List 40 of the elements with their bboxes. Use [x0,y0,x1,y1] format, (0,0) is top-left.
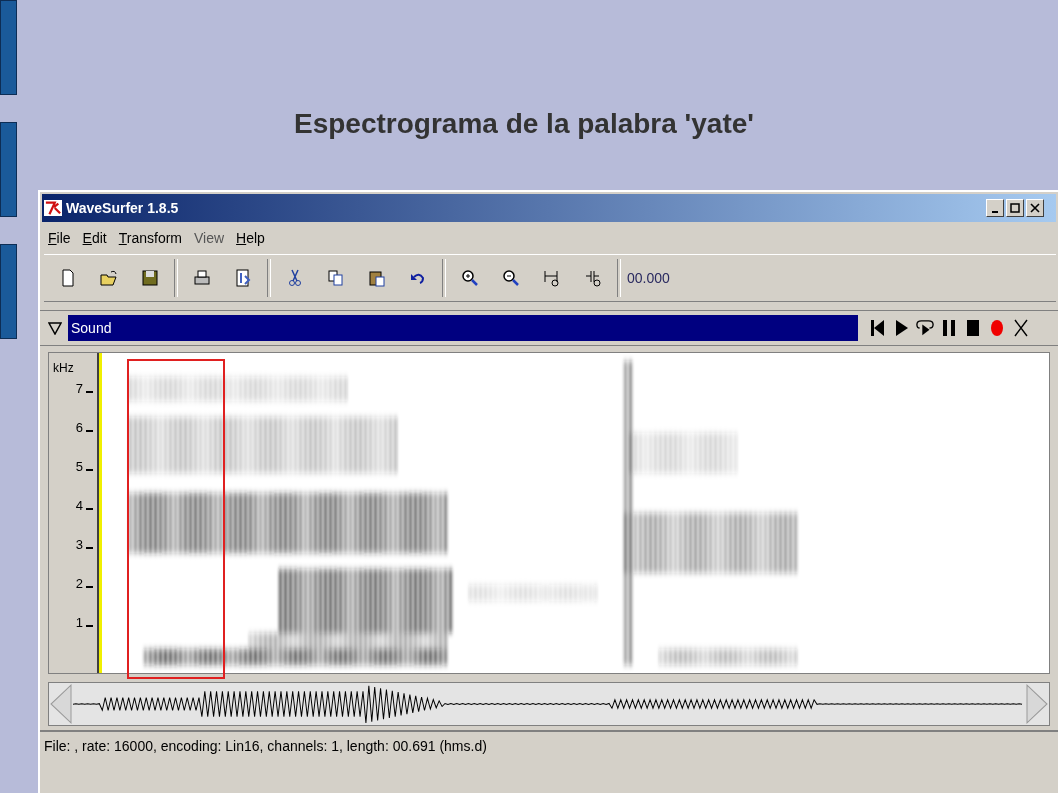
pause-icon[interactable] [940,319,958,337]
axis-tick-label: 7 [75,380,83,398]
skip-to-start-icon[interactable] [868,319,886,337]
tick-mark [86,469,93,471]
tick-mark [86,586,93,588]
minimize-button[interactable] [986,199,1004,217]
axis-tick-label: 3 [75,536,83,554]
menu-item[interactable]: File [48,230,71,246]
menu-item[interactable]: Transform [118,230,182,246]
tick-mark [86,508,93,510]
axis-tick-label: 2 [75,575,83,593]
time-readout: 00.000 [627,270,670,286]
axis-tick-label: 1 [75,614,83,632]
maximize-icon [1010,203,1020,213]
close-icon [1030,203,1040,213]
collapse-triangle-icon[interactable] [48,321,62,335]
menu-item[interactable]: Help [236,230,265,246]
tick-mark [86,391,93,393]
close-button[interactable] [1026,199,1044,217]
menu-item[interactable]: Edit [82,230,107,246]
axis-tick-label: 4 [75,497,83,515]
tick-mark [86,625,93,627]
feather-logo-icon [44,200,62,216]
axis-tick-label: 6 [75,419,83,437]
tick-mark [86,547,93,549]
slide-title: Espectrograma de la palabra 'yate' [293,108,755,141]
axis-unit: kHz [52,361,75,375]
menu-item[interactable]: View [194,230,225,246]
pane-title: Sound [71,320,112,336]
status-text: File: , rate: 16000, encoding: Lin16, channels: 1, length: 00.691 (hms.d) [44,738,487,754]
loop-play-icon[interactable] [916,319,934,337]
axis-tick-label: 5 [75,458,83,476]
window-title: WaveSurfer 1.8.5 [66,200,180,216]
minimize-icon [992,211,998,213]
selection-rectangle[interactable] [127,359,225,679]
record-icon[interactable] [988,319,1006,337]
close-icon[interactable] [1012,319,1030,337]
tick-mark [86,430,93,432]
stop-icon[interactable] [964,319,982,337]
maximize-button[interactable] [1006,199,1024,217]
